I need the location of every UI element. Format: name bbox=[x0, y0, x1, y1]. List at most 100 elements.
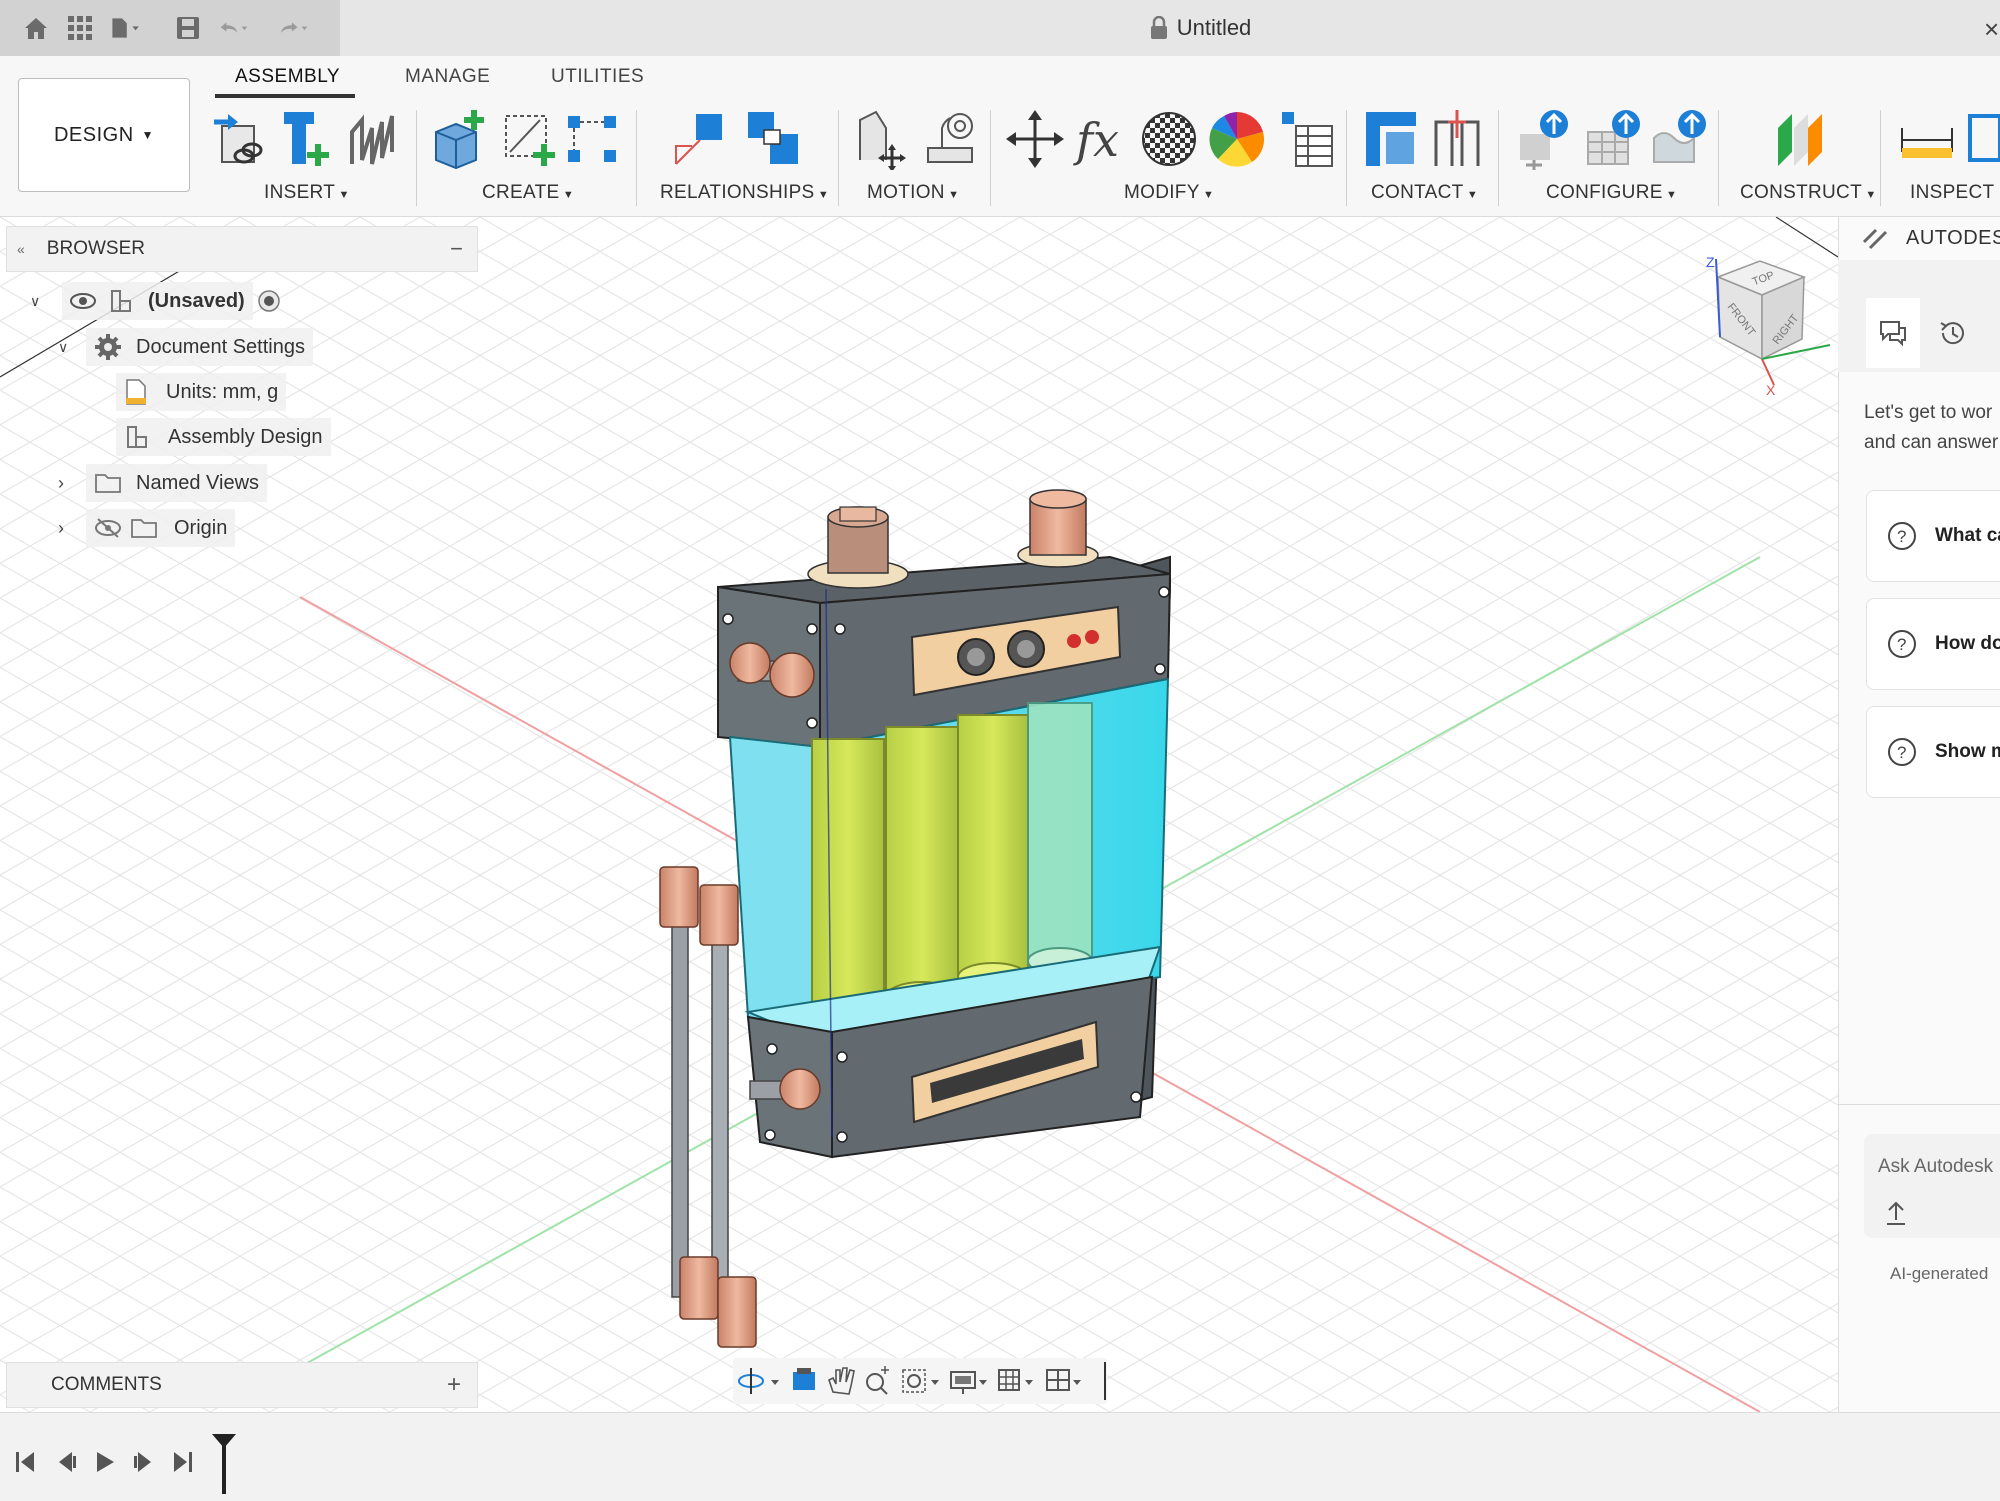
units-document-icon bbox=[126, 379, 146, 405]
new-component-icon[interactable] bbox=[430, 108, 488, 170]
assistant-input-placeholder: Ask Autodesk bbox=[1878, 1156, 1994, 1177]
group-create-label: CREATE bbox=[482, 182, 560, 203]
file-menu-icon[interactable] bbox=[110, 12, 142, 44]
as-built-joint-icon[interactable] bbox=[744, 108, 802, 170]
assistant-title: AUTODESK bbox=[1906, 226, 2000, 249]
insert-component-icon[interactable] bbox=[210, 108, 268, 170]
go-to-start-icon[interactable] bbox=[14, 1450, 36, 1474]
grid-settings-icon[interactable] bbox=[998, 1369, 1033, 1391]
drive-joints-icon[interactable] bbox=[852, 108, 910, 170]
display-settings-icon[interactable] bbox=[950, 1371, 987, 1394]
suggested-question-2[interactable]: ? How do bbox=[1866, 598, 2000, 690]
viewports-icon[interactable] bbox=[1046, 1369, 1081, 1391]
insert-spring-icon[interactable] bbox=[346, 108, 404, 170]
collapse-panel-icon[interactable]: « bbox=[17, 241, 25, 257]
configure-rule-icon[interactable] bbox=[1650, 108, 1708, 170]
configure-add-icon[interactable] bbox=[1514, 108, 1572, 170]
minimize-icon[interactable]: − bbox=[450, 236, 463, 262]
physical-material-icon[interactable] bbox=[1208, 108, 1266, 170]
group-relationships[interactable]: RELATIONSHIPS ▼ bbox=[660, 182, 829, 204]
upload-icon[interactable] bbox=[1884, 1200, 1908, 1228]
section-analysis-icon[interactable] bbox=[1966, 108, 2000, 170]
history-tab[interactable] bbox=[1938, 318, 1968, 353]
suggested-question-1[interactable]: ? What ca bbox=[1866, 490, 2000, 582]
configure-table-icon[interactable] bbox=[1584, 108, 1642, 170]
tree-item-units[interactable]: Units: mm, g bbox=[116, 372, 287, 412]
create-pattern-icon[interactable] bbox=[564, 108, 622, 170]
ribbon-separator bbox=[1718, 110, 1719, 206]
eye-icon[interactable] bbox=[70, 292, 96, 310]
group-contact[interactable]: CONTACT ▼ bbox=[1371, 182, 1478, 204]
step-forward-icon[interactable] bbox=[132, 1450, 154, 1474]
chat-tab[interactable] bbox=[1866, 298, 1920, 368]
assistant-divider bbox=[1838, 1104, 2000, 1105]
create-sketch-icon[interactable] bbox=[500, 108, 558, 170]
comments-panel-header[interactable]: COMMENTS + bbox=[6, 1362, 478, 1408]
question-label: Show m bbox=[1935, 741, 2000, 762]
tree-item-document-settings[interactable]: ∨ Document Settings bbox=[58, 327, 313, 367]
contact-sets-icon[interactable] bbox=[1362, 108, 1420, 170]
ribbon-separator bbox=[990, 110, 991, 206]
suggested-question-3[interactable]: ? Show m bbox=[1866, 706, 2000, 798]
home-icon[interactable] bbox=[20, 12, 52, 44]
group-inspect[interactable]: INSPECT ▼ bbox=[1910, 182, 2000, 204]
tab-assembly[interactable]: ASSEMBLY bbox=[235, 66, 340, 88]
group-motion-label: MOTION bbox=[867, 182, 945, 203]
manage-table-icon[interactable] bbox=[1278, 108, 1336, 170]
motion-link-icon[interactable] bbox=[922, 108, 980, 170]
pan-hand-icon[interactable] bbox=[828, 1367, 855, 1395]
eye-hidden-icon[interactable] bbox=[94, 517, 122, 539]
chevron-right-icon[interactable]: › bbox=[58, 473, 82, 494]
tree-item-named-views[interactable]: › Named Views bbox=[58, 463, 268, 503]
tree-item-label: Document Settings bbox=[136, 335, 305, 358]
save-icon[interactable] bbox=[172, 12, 204, 44]
browser-panel-header[interactable]: « BROWSER − bbox=[6, 226, 478, 272]
tab-manage[interactable]: MANAGE bbox=[405, 66, 490, 88]
assistant-logo-icon bbox=[1862, 228, 1888, 250]
group-modify[interactable]: MODIFY ▼ bbox=[1124, 182, 1214, 204]
group-insert[interactable]: INSERT ▼ bbox=[264, 182, 350, 204]
parameters-fx-icon[interactable]: fx bbox=[1072, 108, 1130, 170]
add-comment-button[interactable]: + bbox=[447, 1371, 461, 1399]
chevron-down-icon[interactable]: ∨ bbox=[58, 339, 82, 356]
tree-item-assembly-design[interactable]: Assembly Design bbox=[116, 417, 331, 457]
grid-apps-icon[interactable] bbox=[64, 12, 96, 44]
tree-item-origin[interactable]: › Origin bbox=[58, 508, 236, 548]
move-copy-icon[interactable] bbox=[1006, 108, 1064, 170]
orbit-icon[interactable] bbox=[738, 1368, 779, 1394]
joint-icon[interactable] bbox=[672, 108, 730, 170]
look-at-icon[interactable] bbox=[793, 1368, 815, 1390]
tree-item-label: Assembly Design bbox=[168, 425, 323, 448]
measure-icon[interactable] bbox=[1898, 108, 1956, 170]
play-icon[interactable] bbox=[94, 1450, 116, 1474]
group-construct[interactable]: CONSTRUCT ▼ bbox=[1740, 182, 1877, 204]
group-motion[interactable]: MOTION ▼ bbox=[867, 182, 959, 204]
step-back-icon[interactable] bbox=[56, 1450, 78, 1474]
enable-contact-icon[interactable] bbox=[1428, 108, 1486, 170]
redo-icon[interactable] bbox=[278, 12, 310, 44]
group-create[interactable]: CREATE ▼ bbox=[482, 182, 574, 204]
tree-item-label: (Unsaved) bbox=[148, 289, 245, 312]
fit-window-icon[interactable] bbox=[902, 1369, 939, 1393]
zoom-icon[interactable] bbox=[866, 1366, 889, 1395]
insert-fastener-icon[interactable] bbox=[278, 108, 336, 170]
history-icon bbox=[1940, 322, 1964, 345]
close-tab-button[interactable]: × bbox=[1984, 14, 1999, 45]
activate-radio-icon[interactable] bbox=[257, 289, 281, 313]
chevron-right-icon[interactable]: › bbox=[58, 518, 82, 539]
group-configure[interactable]: CONFIGURE ▼ bbox=[1546, 182, 1677, 204]
offset-plane-icon[interactable] bbox=[1772, 108, 1830, 170]
appearance-icon[interactable] bbox=[1140, 108, 1198, 170]
help-question-icon: ? bbox=[1888, 630, 1916, 658]
go-to-end-icon[interactable] bbox=[172, 1450, 194, 1474]
tree-item-root[interactable]: ∨ (Unsaved) bbox=[30, 281, 281, 321]
workspace-switcher[interactable]: DESIGN ▼ bbox=[18, 78, 190, 192]
tab-utilities[interactable]: UTILITIES bbox=[551, 66, 644, 88]
timeline-bar bbox=[0, 1412, 2000, 1501]
question-label: How do bbox=[1935, 633, 2000, 654]
assistant-input-box[interactable]: Ask Autodesk bbox=[1864, 1134, 2000, 1238]
timeline-marker[interactable] bbox=[210, 1432, 238, 1496]
chevron-down-icon[interactable]: ∨ bbox=[30, 293, 54, 310]
undo-icon[interactable] bbox=[218, 12, 250, 44]
lock-icon bbox=[1150, 16, 1167, 39]
